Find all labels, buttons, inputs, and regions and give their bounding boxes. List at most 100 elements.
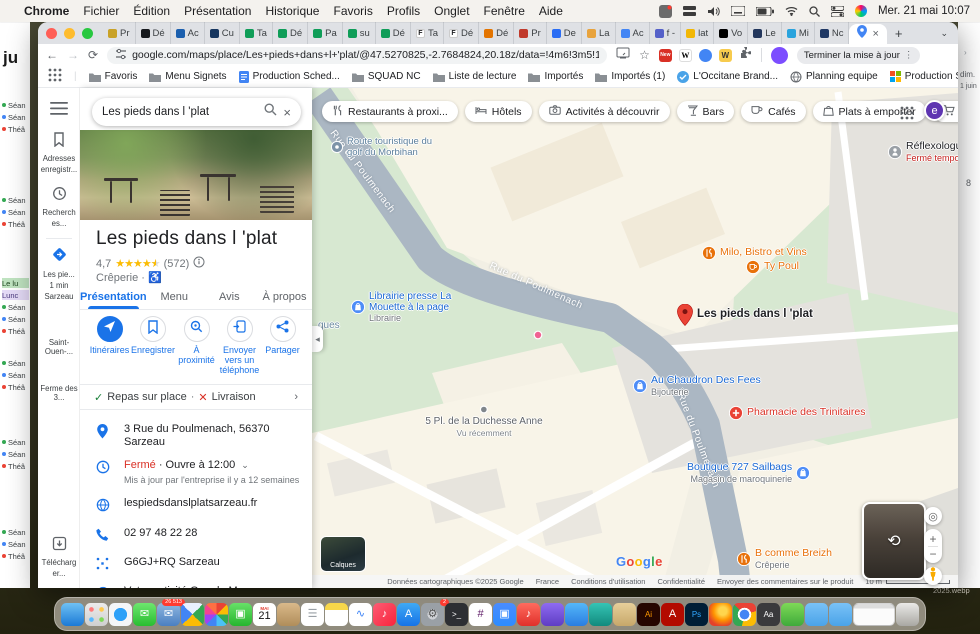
back-button[interactable]: ← xyxy=(46,48,58,62)
category-label[interactable]: Crêperie xyxy=(96,272,138,284)
map-poi[interactable]: Milo, Bistro et Vins xyxy=(702,246,807,260)
rail-item[interactable]: Les pie... 1 min xyxy=(38,246,80,290)
active-tab-google-maps[interactable]: × xyxy=(849,24,886,44)
dock-trash[interactable] xyxy=(896,603,919,626)
info-icon[interactable] xyxy=(193,256,205,271)
dock-terminal[interactable]: >_ xyxy=(445,603,468,626)
dock-calendar[interactable]: MAI 21 xyxy=(253,603,276,626)
rail-item[interactable]: Recherch es... xyxy=(38,186,80,228)
panel-tab[interactable]: Avis xyxy=(202,284,257,309)
street-view-thumbnail[interactable]: ⟲ xyxy=(862,502,926,580)
dock-finder[interactable] xyxy=(61,603,84,626)
service-options-row[interactable]: ✓ Repas sur place · ✕ Livraison › xyxy=(80,384,312,410)
rail-item[interactable]: Télécharg er... xyxy=(38,536,80,578)
dock-firefox[interactable] xyxy=(709,603,732,626)
detail-row[interactable]: G6GJ+RQ Sarzeau xyxy=(80,551,312,580)
dock-freeform[interactable]: ∿ xyxy=(349,603,372,626)
detail-row[interactable]: Votre activité Google Maps xyxy=(80,580,312,588)
browser-tab[interactable]: Nc xyxy=(815,22,850,44)
zoom-out-button[interactable]: − xyxy=(929,547,936,561)
panel-tab[interactable]: Menu xyxy=(147,284,202,309)
rail-item[interactable]: Saint-Ouen-... xyxy=(38,338,80,356)
map-filter-chip[interactable]: Activités à découvrir xyxy=(539,101,670,122)
browser-tab[interactable]: Dé xyxy=(479,22,514,44)
attribution-link[interactable]: Confidentialité xyxy=(657,577,705,586)
extension-new-icon[interactable]: New xyxy=(659,49,672,62)
collapse-panel-button[interactable]: ◂ xyxy=(312,326,323,352)
dock-app-store[interactable]: A xyxy=(397,603,420,626)
more-menu-icon[interactable]: ⋮ xyxy=(904,50,914,61)
detail-row[interactable]: 02 97 48 22 28 xyxy=(80,522,312,551)
map-filter-chip[interactable]: Restaurants à proxi... xyxy=(322,101,458,122)
dock-facetime[interactable]: ▣ xyxy=(229,603,252,626)
bookmark-star-icon[interactable]: ☆ xyxy=(639,48,650,62)
dock-acrobat[interactable]: A xyxy=(661,603,684,626)
dock-music[interactable]: ♪ xyxy=(373,603,396,626)
dock-messages[interactable]: ✉ xyxy=(133,603,156,626)
browser-tab[interactable]: La xyxy=(582,22,616,44)
map-poi[interactable]: Librairie presse La Mouette à la page Li… xyxy=(351,291,477,323)
browser-tab[interactable]: Cu xyxy=(205,22,240,44)
extension-blue-icon[interactable] xyxy=(699,49,712,62)
dock-contacts[interactable] xyxy=(277,603,300,626)
dock-notes[interactable] xyxy=(325,603,348,626)
browser-tab[interactable]: lat xyxy=(681,22,714,44)
close-tab-icon[interactable]: × xyxy=(872,28,878,40)
cast-icon[interactable] xyxy=(616,46,630,64)
menubar-menu[interactable]: Onglet xyxy=(434,4,469,18)
browser-tab[interactable]: Dé xyxy=(273,22,308,44)
browser-tab[interactable]: F Dé xyxy=(444,22,479,44)
siri-icon[interactable] xyxy=(855,4,867,18)
map-poi[interactable]: Boutique 727 Sailbags Magasin de maroqui… xyxy=(687,462,810,484)
attribution-link[interactable]: Envoyer des commentaires sur le produit xyxy=(717,577,853,586)
map-poi[interactable]: Ty Poul xyxy=(746,260,799,274)
search-icon[interactable] xyxy=(264,103,277,121)
bookmark-item[interactable]: Production Sched... xyxy=(239,71,340,83)
dock-app-green[interactable] xyxy=(781,603,804,626)
rail-item[interactable]: Ferme des 3... xyxy=(38,384,80,402)
window-controls[interactable] xyxy=(46,28,93,39)
menubar-clock[interactable]: Mer. 21 mai 10:07 xyxy=(878,5,970,17)
apps-shortcut-icon[interactable] xyxy=(48,68,62,85)
bookmark-item[interactable]: Planning equipe xyxy=(790,71,878,83)
menubar-menu[interactable]: Édition xyxy=(133,4,170,18)
dock-safari[interactable] xyxy=(109,603,132,626)
map-filter-chip[interactable]: Cafés xyxy=(741,101,805,122)
profile-avatar[interactable] xyxy=(771,47,788,64)
detail-row[interactable]: lespiedsdanslplatsarzeau.fr xyxy=(80,492,312,522)
dock-app-sand[interactable] xyxy=(613,603,636,626)
action-button[interactable]: Partager xyxy=(261,316,304,375)
map-canvas[interactable]: Restaurants à proxi... Hôtels Activités … xyxy=(312,88,958,588)
reload-button[interactable]: ⟳ xyxy=(88,48,98,62)
browser-tab[interactable]: Pr xyxy=(514,22,547,44)
window-stack-icon[interactable] xyxy=(683,4,696,18)
meet-status-icon[interactable] xyxy=(659,4,672,18)
dock-app-purple[interactable] xyxy=(541,603,564,626)
panel-tab[interactable]: À propos xyxy=(257,284,312,309)
action-button[interactable]: Itinéraires xyxy=(88,316,131,375)
browser-tab[interactable]: Dé xyxy=(376,22,411,44)
maximize-window-button[interactable] xyxy=(82,28,93,39)
tune-icon[interactable] xyxy=(115,48,127,63)
dock-media-red[interactable]: ♪ xyxy=(517,603,540,626)
browser-tab[interactable]: su xyxy=(343,22,376,44)
browser-tab[interactable]: Ta xyxy=(240,22,273,44)
rail-item[interactable] xyxy=(38,102,80,120)
dock-mail[interactable]: ✉ 26 513 xyxy=(157,603,180,626)
browser-tab[interactable]: Ac xyxy=(616,22,650,44)
browser-tab[interactable]: Mi xyxy=(782,22,815,44)
browser-tab[interactable]: F Ta xyxy=(411,22,444,44)
address-bar[interactable]: google.com/maps/place/Les+pieds+dans+l+'… xyxy=(107,47,607,64)
menubar-menu[interactable]: Profils xyxy=(387,4,420,18)
map-poi[interactable]: Au Chaudron Des Fees Bijouterie xyxy=(633,375,761,397)
dock-settings[interactable]: ⚙ 2 xyxy=(421,603,444,626)
dock-launchpad[interactable] xyxy=(85,603,108,626)
my-location-button[interactable]: ◎ xyxy=(924,507,942,525)
bookmark-item[interactable]: Liste de lecture xyxy=(433,71,517,83)
detail-row[interactable]: Fermé · Ouvre à 12:00⌄ Mis à jour par l'… xyxy=(80,454,312,492)
url-text[interactable]: google.com/maps/place/Les+pieds+dans+l+'… xyxy=(132,49,599,61)
menubar-menu[interactable]: Fenêtre xyxy=(484,4,525,18)
dock-illustrator[interactable]: Ai xyxy=(637,603,660,626)
update-chrome-button[interactable]: Terminer la mise à jour ⋮ xyxy=(797,47,921,64)
bookmark-item[interactable]: Menu Signets xyxy=(149,71,226,83)
